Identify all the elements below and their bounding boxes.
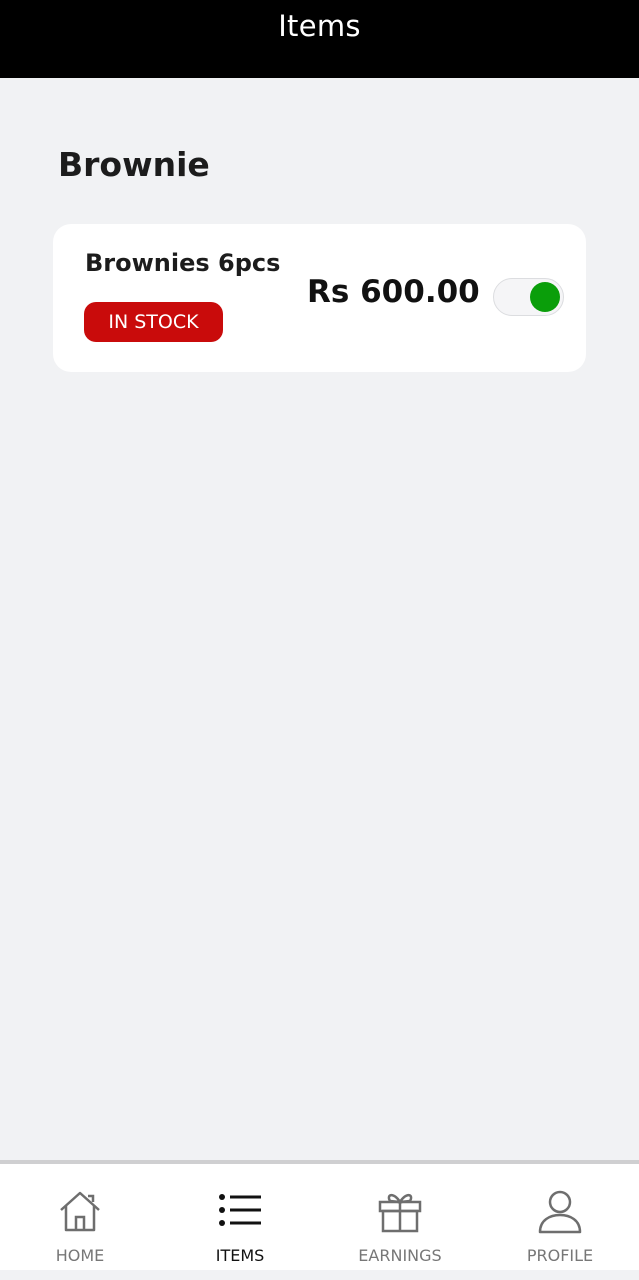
item-card[interactable]: Brownies 6pcs IN STOCK Rs 600.00 xyxy=(53,224,586,372)
system-nav-strip xyxy=(0,1270,639,1280)
nav-item-earnings[interactable]: EARNINGS xyxy=(320,1164,480,1270)
page-title: Items xyxy=(278,9,361,43)
category-title: Brownie xyxy=(58,145,210,184)
stock-status-badge: IN STOCK xyxy=(84,302,223,342)
toggle-knob xyxy=(530,282,560,312)
item-name: Brownies 6pcs xyxy=(85,249,281,277)
app-header: Items xyxy=(0,0,639,78)
nav-label-earnings: EARNINGS xyxy=(358,1246,442,1265)
gift-icon xyxy=(378,1193,422,1233)
nav-item-items[interactable]: ITEMS xyxy=(160,1164,320,1270)
availability-toggle[interactable] xyxy=(493,278,564,316)
nav-item-home[interactable]: HOME xyxy=(0,1164,160,1270)
bottom-navigation: HOME ITEMS EARNINGS PROFILE xyxy=(0,1160,639,1270)
nav-label-items: ITEMS xyxy=(215,1246,265,1265)
nav-item-profile[interactable]: PROFILE xyxy=(480,1164,639,1270)
item-price: Rs 600.00 xyxy=(307,274,480,310)
home-icon xyxy=(60,1191,100,1232)
person-icon xyxy=(538,1190,582,1234)
nav-label-home: HOME xyxy=(55,1246,105,1265)
list-icon xyxy=(219,1194,261,1226)
nav-label-profile: PROFILE xyxy=(526,1246,594,1265)
